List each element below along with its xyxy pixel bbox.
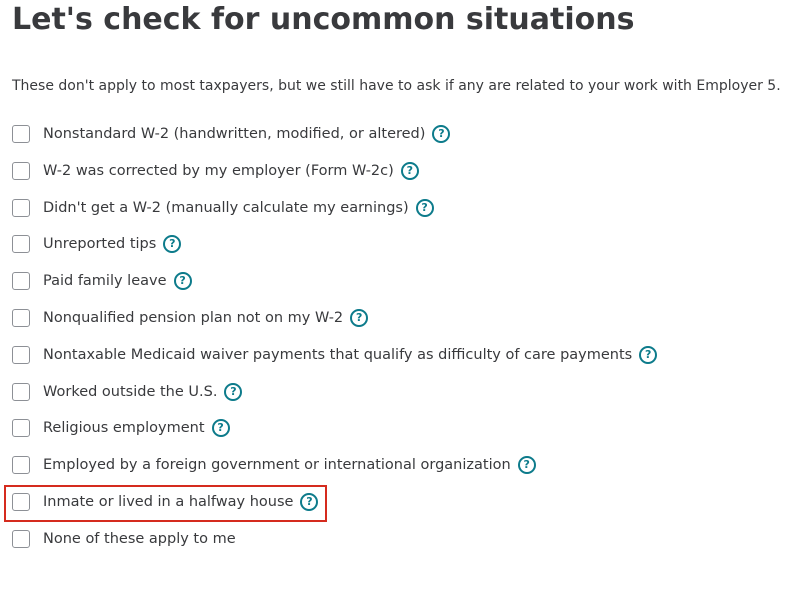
help-icon[interactable]: ? <box>432 125 451 143</box>
option-paid-family-leave[interactable]: Paid family leave ? <box>12 270 792 307</box>
help-icon[interactable]: ? <box>211 419 230 438</box>
option-unreported-tips[interactable]: Unreported tips ? <box>12 233 792 270</box>
option-nonqualified-pension[interactable]: Nonqualified pension plan not on my W-2 … <box>12 307 792 344</box>
inmate-halfway-house-checkbox[interactable] <box>12 492 30 511</box>
option-medicaid-waiver[interactable]: Nontaxable Medicaid waiver payments that… <box>12 344 792 381</box>
option-label[interactable]: Religious employment <box>43 417 205 439</box>
help-icon[interactable]: ? <box>400 161 419 180</box>
situations-checklist: Nonstandard W-2 (handwritten, modified, … <box>12 123 792 565</box>
option-worked-outside-us[interactable]: Worked outside the U.S. ? <box>12 381 792 418</box>
corrected-w2-checkbox[interactable] <box>12 161 30 180</box>
option-inmate-halfway-house[interactable]: Inmate or lived in a halfway house ? <box>12 491 792 528</box>
option-label[interactable]: Nontaxable Medicaid waiver payments that… <box>43 344 632 366</box>
help-icon[interactable]: ? <box>639 345 658 364</box>
option-religious-employment[interactable]: Religious employment ? <box>12 417 792 454</box>
page-subtitle: These don't apply to most taxpayers, but… <box>12 78 781 94</box>
option-none-apply[interactable]: None of these apply to me <box>12 528 792 565</box>
help-icon[interactable]: ? <box>350 308 369 327</box>
help-icon[interactable]: ? <box>173 272 192 291</box>
uncommon-situations-page: Let's check for uncommon situations Thes… <box>0 0 800 607</box>
no-w2-checkbox[interactable] <box>12 198 30 217</box>
option-no-w2[interactable]: Didn't get a W-2 (manually calculate my … <box>12 197 792 234</box>
nonqualified-pension-checkbox[interactable] <box>12 308 30 327</box>
option-label[interactable]: Nonqualified pension plan not on my W-2 <box>43 307 343 329</box>
option-label[interactable]: W-2 was corrected by my employer (Form W… <box>43 160 394 182</box>
option-label[interactable]: Employed by a foreign government or inte… <box>43 454 511 476</box>
option-label[interactable]: Worked outside the U.S. <box>43 381 217 403</box>
unreported-tips-checkbox[interactable] <box>12 235 30 254</box>
paid-family-leave-checkbox[interactable] <box>12 272 30 291</box>
foreign-government-checkbox[interactable] <box>12 456 30 475</box>
medicaid-waiver-checkbox[interactable] <box>12 345 30 364</box>
worked-outside-us-checkbox[interactable] <box>12 382 30 401</box>
option-label[interactable]: Didn't get a W-2 (manually calculate my … <box>43 197 409 219</box>
none-apply-checkbox[interactable] <box>12 529 30 548</box>
nonstandard-w2-checkbox[interactable] <box>12 125 30 143</box>
page-title: Let's check for uncommon situations <box>12 2 635 37</box>
religious-employment-checkbox[interactable] <box>12 419 30 438</box>
help-icon[interactable]: ? <box>415 198 434 217</box>
help-icon[interactable]: ? <box>517 456 536 475</box>
option-label[interactable]: Unreported tips <box>43 233 156 255</box>
help-icon[interactable]: ? <box>300 492 319 511</box>
help-icon[interactable]: ? <box>224 382 243 401</box>
help-icon[interactable]: ? <box>163 235 182 254</box>
option-label[interactable]: Nonstandard W-2 (handwritten, modified, … <box>43 123 425 145</box>
option-label[interactable]: Inmate or lived in a halfway house <box>43 491 293 513</box>
option-label[interactable]: Paid family leave <box>43 270 167 292</box>
option-corrected-w2[interactable]: W-2 was corrected by my employer (Form W… <box>12 160 792 197</box>
option-label[interactable]: None of these apply to me <box>43 528 236 550</box>
option-nonstandard-w2[interactable]: Nonstandard W-2 (handwritten, modified, … <box>12 123 792 160</box>
option-foreign-government[interactable]: Employed by a foreign government or inte… <box>12 454 792 491</box>
